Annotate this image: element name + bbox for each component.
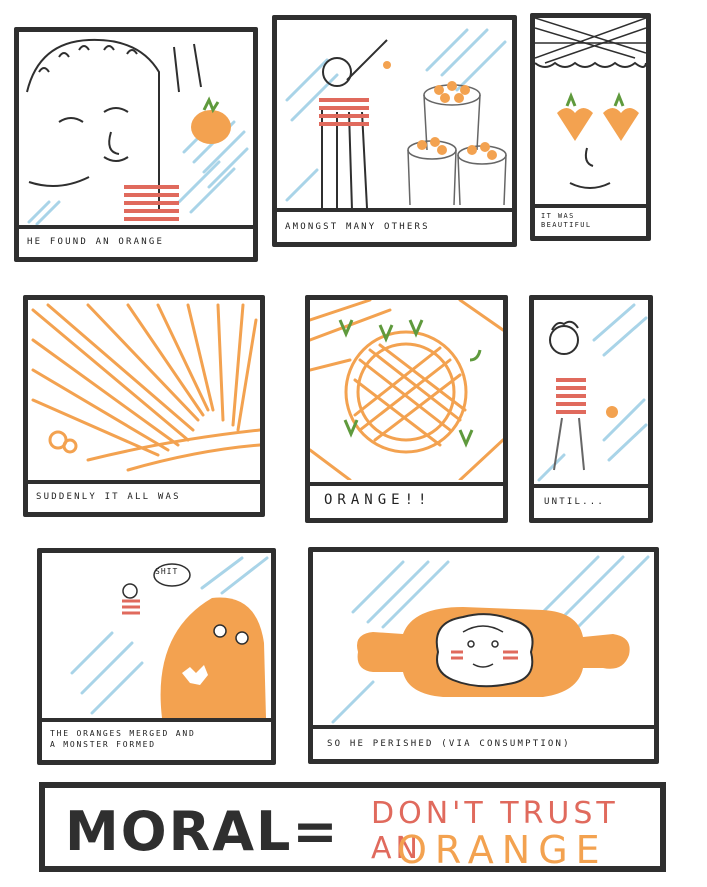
panel-5: ORANGE!! [305, 295, 508, 523]
panel-5-art [310, 300, 503, 480]
panel-4: SUDDENLY IT ALL WAS [23, 295, 265, 517]
panel-7: SHIT THE ORANGES MERGED AND A MONSTER FO… [37, 548, 276, 765]
panel-6-caption: UNTIL... [534, 484, 648, 518]
panel-3: IT WAS BEAUTIFUL [530, 13, 651, 241]
moral-title: MORAL= [65, 800, 340, 863]
panel-2: AMONGST MANY OTHERS [272, 15, 517, 247]
panel-4-art [31, 303, 260, 472]
panel-8-art [331, 555, 650, 724]
panel-4-caption: SUDDENLY IT ALL WAS [28, 480, 260, 512]
panel-5-caption: ORANGE!! [310, 482, 503, 518]
panel-2-caption: AMONGST MANY OTHERS [277, 208, 512, 242]
panel-1-caption: HE FOUND AN ORANGE [19, 225, 253, 257]
panel-7-caption: THE ORANGES MERGED AND A MONSTER FORMED [42, 718, 271, 760]
panel-6-art [537, 303, 648, 482]
moral-box: MORAL= DON'T TRUST AN ORANGE [39, 782, 666, 872]
orange-fruit [191, 110, 231, 144]
panel-8: SO HE PERISHED (VIA CONSUMPTION) [308, 547, 659, 764]
orange-monster [160, 597, 266, 718]
panel-1: HE FOUND AN ORANGE [14, 27, 258, 262]
panel-6: UNTIL... [529, 295, 653, 523]
panel-8-caption: SO HE PERISHED (VIA CONSUMPTION) [313, 725, 654, 759]
panel-3-caption: IT WAS BEAUTIFUL [535, 204, 646, 236]
moral-line-2: ORANGE [397, 828, 608, 872]
panel-7-art [70, 556, 269, 718]
panel-1-art [26, 38, 249, 226]
panel-3-art [535, 18, 646, 189]
panel-2-art [285, 28, 507, 211]
speech-bubble-text: SHIT [155, 567, 179, 576]
